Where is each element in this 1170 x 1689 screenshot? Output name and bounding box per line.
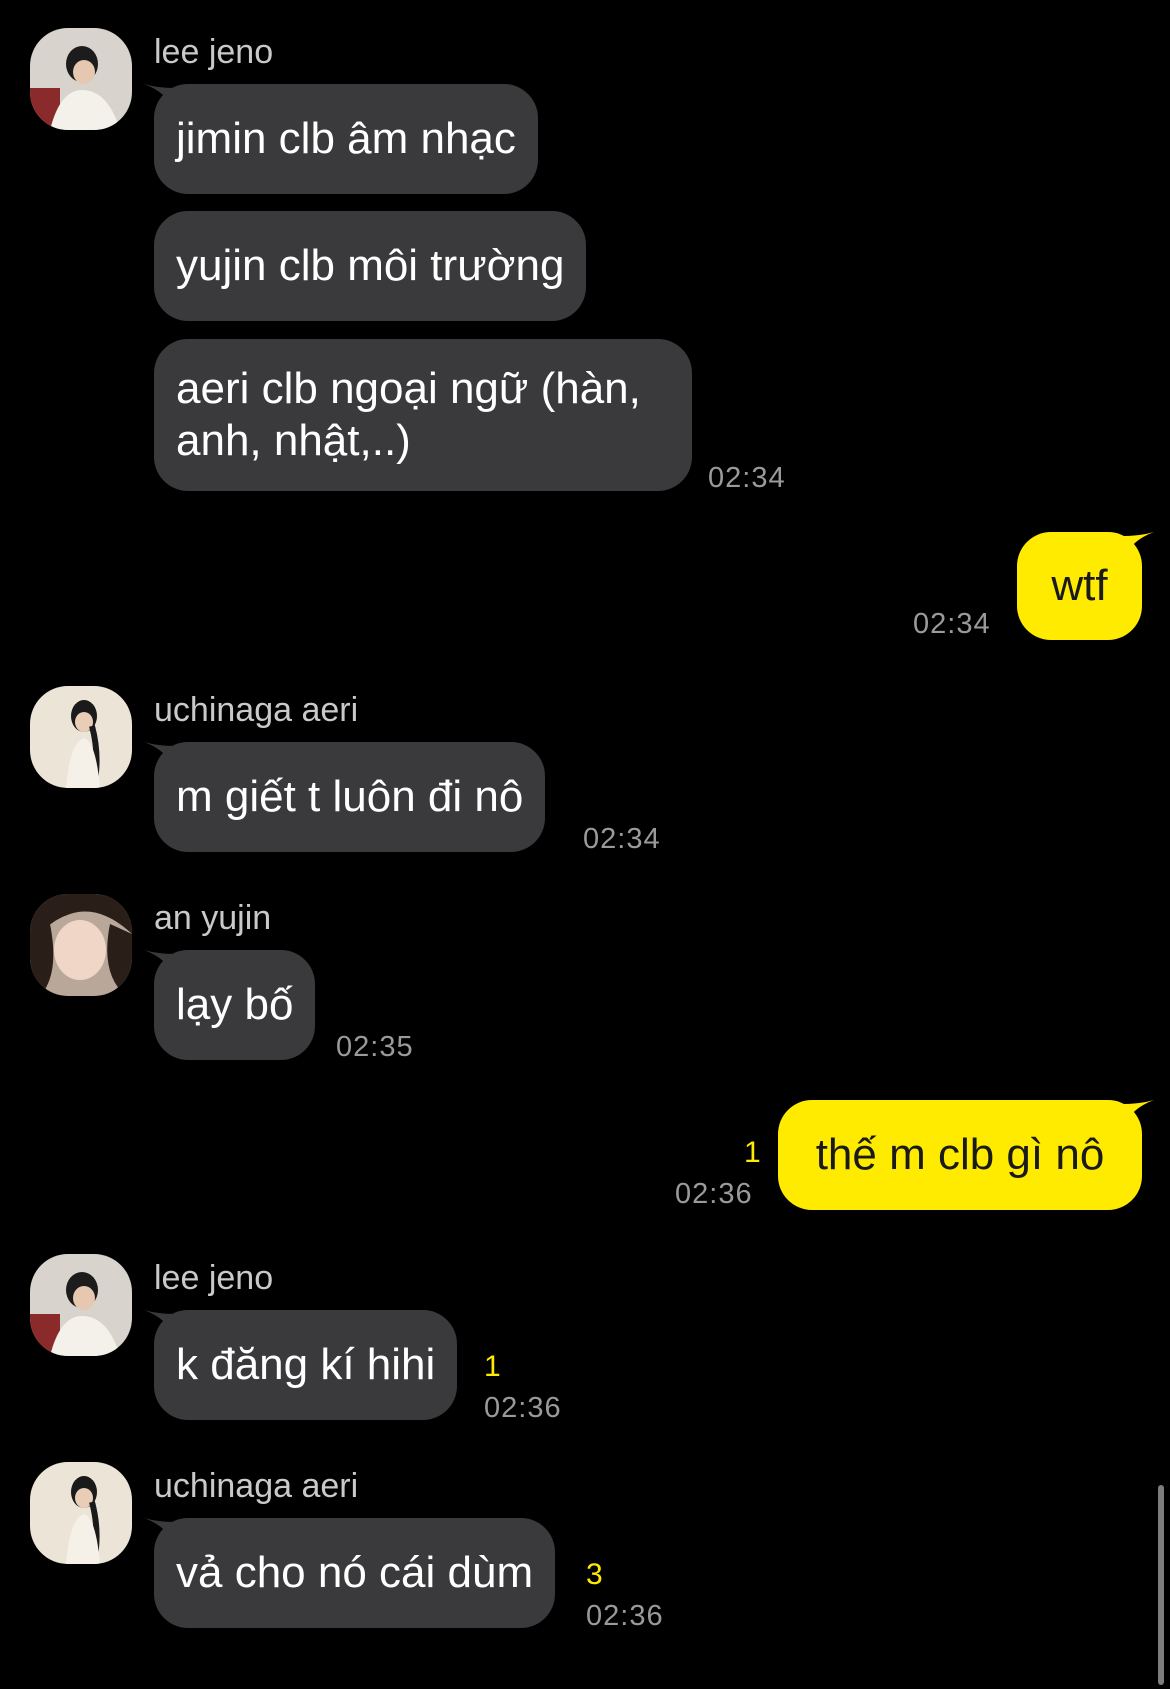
message-timestamp: 02:34 bbox=[913, 608, 991, 640]
sender-name: uchinaga aeri bbox=[154, 1467, 359, 1505]
message-bubble[interactable]: thế m clb gì nô bbox=[778, 1100, 1142, 1210]
message-text: k đăng kí hihi bbox=[176, 1340, 436, 1389]
unread-count: 3 bbox=[586, 1558, 603, 1591]
message-text: jimin clb âm nhạc bbox=[176, 114, 516, 163]
sender-name: lee jeno bbox=[154, 1259, 274, 1297]
message-timestamp: 02:36 bbox=[675, 1178, 753, 1210]
message-text: yujin clb môi trường bbox=[176, 241, 565, 290]
message-bubble[interactable]: jimin clb âm nhạc bbox=[154, 84, 538, 194]
unread-count: 1 bbox=[484, 1350, 501, 1383]
message-bubble[interactable]: aeri clb ngoại ngữ (hàn, anh, nhật,..) bbox=[154, 339, 692, 491]
message-text: aeri clb ngoại ngữ (hàn, anh, nhật,..) bbox=[176, 364, 641, 465]
message-bubble[interactable]: lạy bố bbox=[154, 950, 316, 1060]
avatar-uchinaga-aeri[interactable] bbox=[30, 686, 132, 788]
message-text: lạy bố bbox=[176, 980, 294, 1029]
message-timestamp: 02:34 bbox=[583, 823, 661, 855]
sender-name: lee jeno bbox=[154, 33, 274, 71]
message-bubble[interactable]: vả cho nó cái dùm bbox=[154, 1518, 556, 1628]
message-timestamp: 02:36 bbox=[484, 1392, 562, 1424]
avatar-uchinaga-aeri[interactable] bbox=[30, 1462, 132, 1564]
unread-count: 1 bbox=[744, 1136, 761, 1169]
message-timestamp: 02:35 bbox=[336, 1031, 414, 1063]
bubble-tail bbox=[1124, 532, 1154, 558]
message-text: wtf bbox=[1051, 561, 1108, 610]
sender-name: uchinaga aeri bbox=[154, 691, 359, 729]
message-bubble[interactable]: k đăng kí hihi bbox=[154, 1310, 458, 1420]
profile-photo-icon bbox=[30, 1462, 132, 1564]
message-text: thế m clb gì nô bbox=[815, 1130, 1105, 1179]
sender-name: an yujin bbox=[154, 899, 272, 937]
avatar-lee-jeno[interactable] bbox=[30, 28, 132, 130]
message-timestamp: 02:36 bbox=[586, 1600, 664, 1632]
message-timestamp: 02:34 bbox=[708, 462, 786, 494]
scrollbar[interactable] bbox=[1158, 1485, 1164, 1685]
avatar-an-yujin[interactable] bbox=[30, 894, 132, 996]
message-bubble[interactable]: m giết t luôn đi nô bbox=[154, 742, 546, 852]
profile-photo-icon bbox=[30, 1254, 132, 1356]
profile-photo-icon bbox=[30, 894, 132, 996]
bubble-tail bbox=[1124, 1100, 1154, 1126]
profile-photo-icon bbox=[30, 686, 132, 788]
avatar-lee-jeno[interactable] bbox=[30, 1254, 132, 1356]
message-bubble[interactable]: yujin clb môi trường bbox=[154, 211, 587, 321]
profile-photo-icon bbox=[30, 28, 132, 130]
message-text: m giết t luôn đi nô bbox=[176, 772, 524, 821]
message-text: vả cho nó cái dùm bbox=[176, 1548, 534, 1597]
